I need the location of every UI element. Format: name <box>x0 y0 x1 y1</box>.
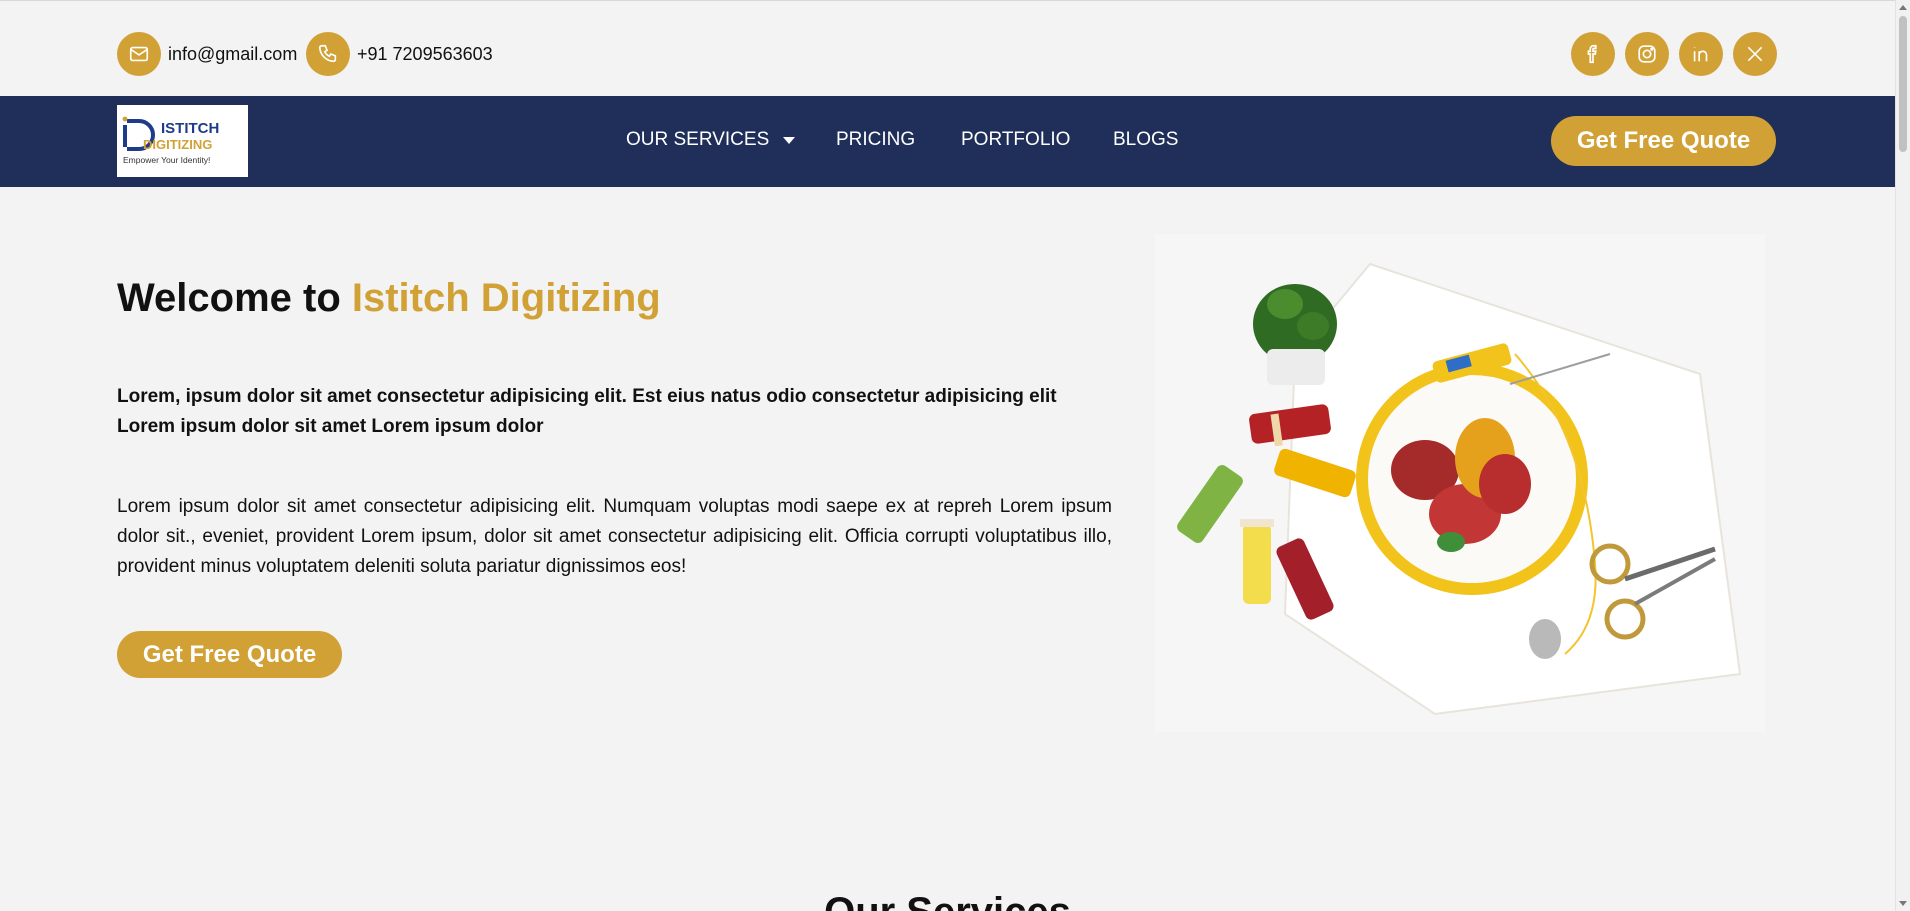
nav-portfolio[interactable]: PORTFOLIO <box>961 129 1070 151</box>
email-contact[interactable]: info@gmail.com <box>117 32 297 76</box>
hero-title-accent: Istitch Digitizing <box>351 276 661 320</box>
instagram-icon[interactable] <box>1625 32 1669 76</box>
nav-pricing[interactable]: PRICING <box>836 129 915 151</box>
scroll-up-icon[interactable] <box>1899 5 1907 10</box>
hero-body-text: Lorem ipsum dolor sit amet consectetur a… <box>117 496 1112 577</box>
linkedin-icon[interactable] <box>1679 32 1723 76</box>
social-links <box>1571 32 1787 76</box>
site-logo[interactable]: ISTITCH DIGITIZING Empower Your Identity… <box>117 105 248 177</box>
facebook-icon[interactable] <box>1571 32 1615 76</box>
phone-icon <box>306 32 350 76</box>
nav-get-quote-button[interactable]: Get Free Quote <box>1551 116 1776 166</box>
nav-blogs[interactable]: BLOGS <box>1113 129 1178 151</box>
x-icon[interactable] <box>1733 32 1777 76</box>
logo-line2: DIGITIZING <box>143 137 212 152</box>
nav-our-services[interactable]: OUR SERVICES <box>626 129 796 151</box>
phone-contact[interactable]: +91 7209563603 <box>306 32 493 76</box>
scroll-thumb[interactable] <box>1899 16 1907 152</box>
hero-lead-text: Lorem, ipsum dolor sit amet consectetur … <box>117 386 1057 437</box>
hero-title: Welcome to Istitch Digitizing <box>117 276 661 321</box>
nav-pricing-label: PRICING <box>836 129 916 150</box>
services-section-title: Our Services <box>0 890 1895 911</box>
page-scrollbar[interactable] <box>1895 0 1910 911</box>
nav-our-services-label: OUR SERVICES <box>626 129 770 150</box>
embroidery-hero-image <box>1155 234 1765 732</box>
scroll-down-icon[interactable] <box>1899 901 1907 906</box>
nav-portfolio-label: PORTFOLIO <box>961 129 1071 150</box>
email-text[interactable]: info@gmail.com <box>168 44 297 65</box>
phone-text[interactable]: +91 7209563603 <box>357 44 493 65</box>
caret-down-icon <box>783 136 796 144</box>
nav-blogs-label: BLOGS <box>1113 129 1179 150</box>
top-contact-bar: info@gmail.com +91 7209563603 <box>0 0 1895 96</box>
main-navbar: ISTITCH DIGITIZING Empower Your Identity… <box>0 96 1895 187</box>
hero-get-quote-button[interactable]: Get Free Quote <box>117 631 342 678</box>
logo-line1: ISTITCH <box>161 120 219 137</box>
hero-title-prefix: Welcome to <box>117 276 341 320</box>
logo-tagline: Empower Your Identity! <box>123 155 210 165</box>
mail-icon <box>117 32 161 76</box>
